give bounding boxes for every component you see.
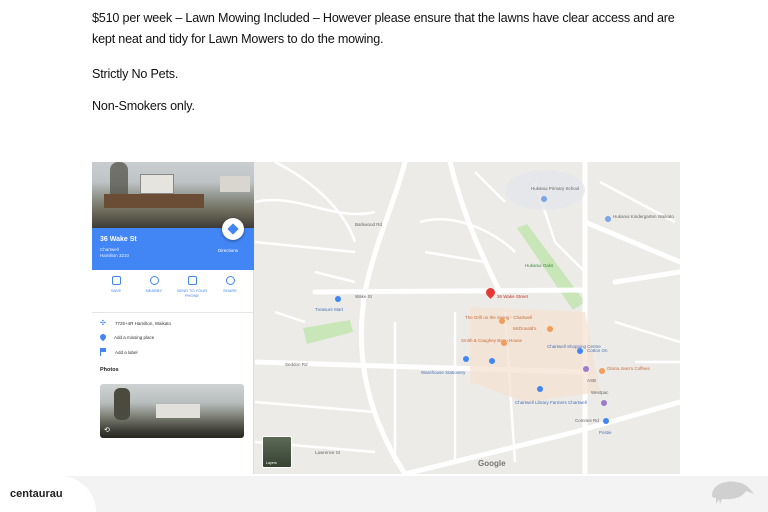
share-label: SHARE (223, 288, 237, 293)
map-label-hukanui-kinder: Hukanui Kindergarten Waikato (613, 214, 674, 219)
action-row: SAVE NEARBY SEND TO YOUR PHONE SHARE (92, 274, 254, 306)
map-label-postie: Postie (599, 430, 612, 435)
footer-bar (0, 476, 768, 512)
send-to-phone-label: SEND TO YOUR PHONE (176, 288, 208, 298)
directions-label[interactable]: Directions (218, 248, 238, 253)
map-label-treasure-mart: Treasure Mart (315, 307, 344, 312)
save-label: SAVE (110, 288, 122, 293)
kiwi-bird-icon (712, 481, 754, 504)
map-label-comries-rd: Comries Rd (575, 418, 599, 423)
map-screenshot: 36 Wake St Chartwell Hamilton 3210 Direc… (92, 162, 680, 474)
city-code-text: Hamilton 3210 (100, 253, 130, 258)
add-label-text: Add a label (115, 349, 138, 355)
nearby-icon (149, 276, 159, 285)
shop-icon (489, 358, 495, 364)
share-button[interactable]: SHARE (212, 274, 248, 293)
layers-label: Layers (266, 461, 277, 465)
shopping-icon (577, 348, 583, 354)
plus-code-text: 7725+4R Hamilton, Waikato (115, 321, 171, 326)
shop-icon (463, 356, 469, 362)
map-label-barkwood-rd: Barkwood Rd (355, 222, 383, 227)
plus-code-icon: ✣ (100, 320, 106, 327)
layers-button[interactable]: Layers (262, 436, 292, 468)
tree-shape (114, 388, 130, 420)
shop-icon (603, 418, 609, 424)
school-icon (541, 196, 547, 202)
flag-icon (100, 348, 107, 356)
restaurant-icon (499, 318, 505, 324)
house-shape-2 (220, 176, 250, 192)
library-icon (537, 386, 543, 392)
phone-icon (187, 276, 197, 285)
brand-name[interactable]: centaurau (10, 488, 63, 500)
cafe-icon (501, 340, 507, 346)
bank-icon (601, 400, 607, 406)
map-label-cotton-on: Cotton On (587, 348, 608, 353)
plus-code-row[interactable]: ✣ 7725+4R Hamilton, Waikato (100, 320, 171, 327)
map-pin-label: 36 Wake Street (497, 294, 528, 299)
map-label-seddon-rd: Seddon Rd (285, 362, 308, 367)
place-address-title: 36 Wake St (100, 236, 137, 243)
google-logo: Google (478, 459, 506, 468)
listing-page: $510 per week – Lawn Mowing Included – H… (0, 0, 768, 512)
place-header: 36 Wake St Chartwell Hamilton 3210 Direc… (92, 218, 254, 270)
kindergarten-icon (605, 216, 611, 222)
map-label-wake-st: Wake St (355, 294, 372, 299)
divider (92, 312, 254, 313)
map-label-hukanui-primary: Hukanui Primary School (531, 186, 580, 191)
add-label-row[interactable]: Add a label (100, 348, 138, 356)
add-missing-place-text: Add a missing place (114, 334, 155, 340)
map-label-mcdonalds: McDonald's (513, 326, 537, 331)
nearby-button[interactable]: NEARBY (136, 274, 172, 293)
map-label-hukanui-oaks: Hukanui Oaks (525, 263, 554, 268)
map-label-smith-caughey: Smith & Caughey Bean House (461, 338, 523, 343)
restaurant-icon (547, 326, 553, 332)
map-label-asb: ASB (587, 378, 597, 383)
shop-icon (335, 296, 341, 302)
share-icon (225, 276, 235, 285)
place-address-sub: Chartwell Hamilton 3210 (100, 247, 129, 259)
directions-icon[interactable] (222, 218, 244, 240)
nearby-label: NEARBY (145, 288, 163, 293)
add-missing-place-row[interactable]: Add a missing place (98, 332, 155, 342)
location-icon (98, 332, 108, 342)
pets-policy: Strictly No Pets. (92, 67, 179, 81)
map-label-gloria-jeans: Gloria Jean's Coffees (607, 366, 650, 371)
save-button[interactable]: SAVE (98, 274, 134, 293)
house-shape (140, 174, 174, 194)
smoking-policy: Non-Smokers only. (92, 99, 195, 113)
price-description: $510 per week – Lawn Mowing Included – H… (92, 11, 675, 46)
place-panel: 36 Wake St Chartwell Hamilton 3210 Direc… (92, 162, 254, 474)
map-label-lawrence-st: Lawrence St (315, 450, 341, 455)
360-view-icon: ⟲ (104, 427, 110, 434)
fence-shape (104, 194, 204, 208)
place-photo[interactable]: ⟲ (100, 384, 244, 438)
bank-icon (583, 366, 589, 372)
map-label-westpac: Westpac (591, 390, 609, 395)
send-to-phone-button[interactable]: SEND TO YOUR PHONE (174, 274, 210, 298)
map-label-library: Chartwell Library Farmers Chartwell (515, 400, 587, 405)
house-shape (156, 404, 200, 418)
bookmark-icon (111, 276, 121, 285)
map-label-warehouse-stationery: Warehouse Stationery (421, 370, 466, 375)
map-view[interactable]: Hukanui Primary School Hukanui Kindergar… (255, 162, 680, 474)
photos-heading: Photos (100, 367, 119, 373)
cafe-icon (599, 368, 605, 374)
